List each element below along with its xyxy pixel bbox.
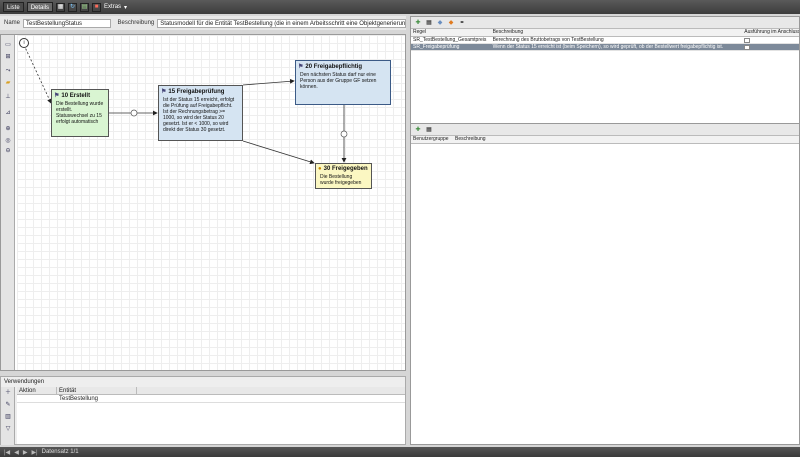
column-header-follow-up[interactable]: Ausführung im Anschluss	[742, 29, 799, 36]
edit-icon[interactable]: ✎	[3, 401, 13, 410]
status-bar: |◀ ◀ ▶ ▶| Datensatz 1/1	[0, 447, 800, 457]
start-marker[interactable]: i	[19, 38, 29, 48]
main-toolbar: Liste Details ▦ ↻ ▤ ■ Extras ▾	[0, 0, 800, 14]
folder-icon[interactable]: ▰	[3, 79, 13, 88]
delete-icon[interactable]: ▥	[3, 413, 13, 422]
description-label: Beschreibung	[117, 20, 155, 26]
status-node-20[interactable]: ⚑ 20 Freigabepflichtig Den nächsten Statu…	[295, 60, 391, 105]
follow-up-checkbox[interactable]	[744, 38, 751, 43]
filter-icon[interactable]: ▽	[3, 425, 13, 434]
status-node-15[interactable]: ⚑ 15 Freigabeprüfung Ist der Status 15 er…	[158, 85, 243, 141]
start-connector	[23, 44, 52, 104]
name-label: Name	[4, 20, 21, 26]
rules-toolbar: ✚ ▦ ◆ ◆ ⚭	[411, 17, 799, 29]
delete-icon[interactable]: ■	[92, 2, 102, 12]
add-icon[interactable]: ＋	[3, 389, 13, 398]
move-up-icon[interactable]: ◆	[436, 19, 444, 27]
record-counter: Datensatz 1/1	[41, 449, 79, 455]
status-icon: ⚑	[161, 89, 167, 95]
chevron-down-icon[interactable]: ▾	[124, 4, 127, 11]
diagram-panel: ▭ ⊞ ⤳ ▰ ⊥ ⊿ ⊕ ◎ ⊖ i ⚑ 10 Erstellt Die Be…	[0, 34, 406, 371]
lock-icon: ●	[318, 166, 322, 172]
cell-entity: TestBestellung	[59, 396, 99, 402]
usages-table: Aktion Entität TestBestellung	[17, 387, 405, 444]
add-icon[interactable]: ✚	[414, 126, 422, 134]
node-title: 10 Erstellt	[61, 92, 91, 99]
column-header-rule[interactable]: Regel	[411, 29, 491, 36]
extras-menu[interactable]: Extras	[104, 4, 121, 10]
edit-icon[interactable]: ▦	[425, 126, 433, 134]
refresh-icon[interactable]: ↻	[68, 2, 78, 12]
zoom-reset-icon[interactable]: ◎	[3, 137, 13, 146]
follow-up-checkbox[interactable]	[744, 45, 751, 50]
tab-details[interactable]: Details	[26, 2, 54, 12]
name-field[interactable]: TestBestellungStatus	[23, 18, 111, 28]
groups-toolbar: ✚ ▦	[411, 124, 799, 136]
first-record-icon[interactable]: |◀	[4, 449, 10, 456]
select-icon[interactable]: ▭	[3, 41, 13, 50]
column-header-entity[interactable]: Entität	[57, 387, 137, 394]
status-node-10[interactable]: ⚑ 10 Erstellt Die Bestellung wurde erstel…	[51, 89, 109, 137]
connector-icon[interactable]: ⤳	[3, 67, 13, 76]
node-title: 30 Freigegeben	[323, 166, 368, 172]
column-header-group-description[interactable]: Beschreibung	[453, 136, 513, 143]
node-title: 15 Freigabeprüfung	[168, 88, 225, 95]
table-row[interactable]: SR_TestBestellung_Gesamtpreis Berechnung…	[411, 37, 799, 44]
cell-action	[17, 395, 57, 402]
node-description: Ist der Status 15 erreicht, erfolgt die …	[163, 97, 235, 133]
node-description: Die Bestellung wurde freigegeben	[320, 174, 362, 186]
usages-title: Verwendungen	[4, 379, 45, 385]
node-icon[interactable]: ⊞	[3, 53, 13, 62]
connector-15-30	[242, 140, 315, 165]
status-node-30[interactable]: ● 30 Freigegeben Die Bestellung wurde fre…	[315, 163, 372, 189]
connector-15-20	[242, 78, 295, 86]
align-icon[interactable]: ⊥	[3, 93, 13, 102]
status-icon: ⚑	[298, 64, 304, 70]
cell-rule: SR_Freigabeprüfung	[413, 44, 460, 50]
column-header-description[interactable]: Beschreibung	[491, 29, 743, 36]
document-icon[interactable]: ▤	[80, 2, 90, 12]
table-row[interactable]: SR_Freigabeprüfung Wenn der Status 15 er…	[411, 44, 799, 51]
last-record-icon[interactable]: ▶|	[31, 449, 37, 456]
tab-list[interactable]: Liste	[3, 2, 24, 12]
next-record-icon[interactable]: ▶	[23, 449, 28, 456]
zoom-out-icon[interactable]: ⊖	[3, 147, 13, 156]
node-description: Die Bestellung wurde erstellt. Statuswec…	[56, 101, 104, 125]
edit-icon[interactable]: ▦	[425, 19, 433, 27]
add-icon[interactable]: ✚	[414, 19, 422, 27]
table-row[interactable]: TestBestellung	[17, 395, 405, 403]
prev-record-icon[interactable]: ◀	[14, 449, 19, 456]
node-description: Den nächsten Status darf nur eine Person…	[300, 72, 377, 90]
transition-handle[interactable]	[130, 109, 138, 117]
header-bar: Name TestBestellungStatus Beschreibung S…	[0, 16, 406, 30]
column-header-group[interactable]: Benutzergruppe	[411, 136, 453, 143]
column-header-action[interactable]: Aktion	[17, 387, 57, 394]
link-icon[interactable]: ⚭	[458, 19, 466, 27]
move-down-icon[interactable]: ◆	[447, 19, 455, 27]
usages-tools: ＋ ✎ ▥ ▽	[1, 387, 15, 445]
zoom-in-icon[interactable]: ⊕	[3, 125, 13, 134]
status-icon: ⚑	[54, 93, 60, 99]
diagram-canvas[interactable]: i ⚑ 10 Erstellt Die Bestellung wurde erst…	[17, 35, 405, 370]
node-title: 20 Freigabepflichtig	[305, 63, 363, 70]
rules-panel: ✚ ▦ ◆ ◆ ⚭ Regel Beschreibung Ausführung …	[410, 16, 800, 445]
grid-icon[interactable]: ▦	[56, 2, 66, 12]
cell-description: Berechnung des Bruttobetrags von TestBes…	[492, 37, 604, 43]
transition-handle[interactable]	[340, 130, 348, 138]
description-field[interactable]: Statusmodell für die Entität TestBestell…	[157, 18, 406, 28]
diagram-tools: ▭ ⊞ ⤳ ▰ ⊥ ⊿ ⊕ ◎ ⊖	[1, 35, 15, 370]
layout-icon[interactable]: ⊿	[3, 109, 13, 118]
groups-panel: ✚ ▦ Benutzergruppe Beschreibung	[411, 123, 799, 444]
usages-panel: Verwendungen ＋ ✎ ▥ ▽ Aktion Entität Test…	[0, 376, 406, 445]
cell-rule: SR_TestBestellung_Gesamtpreis	[413, 37, 487, 43]
cell-description: Wenn der Status 15 erreicht ist (beim Sp…	[492, 44, 724, 50]
